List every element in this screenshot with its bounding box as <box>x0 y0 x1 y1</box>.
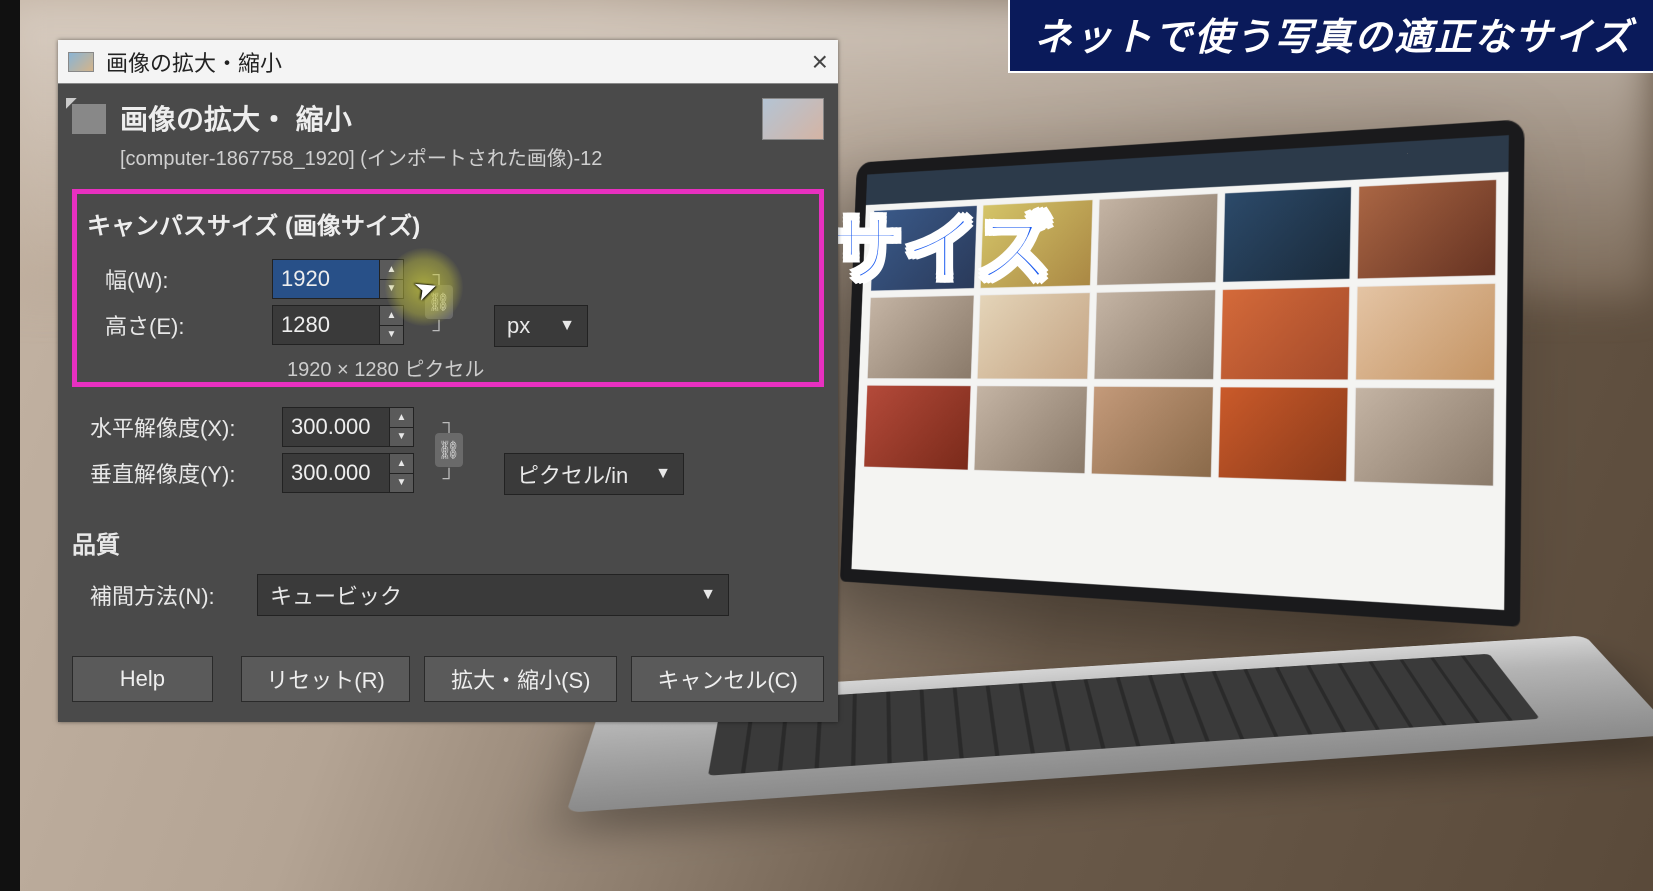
yres-spin-down-icon[interactable]: ▼ <box>390 474 413 493</box>
width-input[interactable] <box>272 259 380 299</box>
xres-input[interactable] <box>282 407 390 447</box>
width-label: 幅(W): <box>87 263 272 295</box>
size-unit-value: px <box>507 313 530 339</box>
reset-button-label: リセット(R) <box>266 663 385 695</box>
yres-label: 垂直解像度(Y): <box>72 457 282 489</box>
canvas-size-highlight: キャンパスサイズ (画像サイズ) 幅(W): ▲ ▼ <box>72 189 824 387</box>
help-button[interactable]: Help <box>72 656 213 702</box>
chain-link-icon[interactable]: ⛓ <box>435 433 463 467</box>
window-icon <box>68 52 94 72</box>
reset-button[interactable]: リセット(R) <box>241 656 411 702</box>
height-label: 高さ(E): <box>87 309 272 341</box>
height-spin-down-icon[interactable]: ▼ <box>380 326 403 345</box>
bracket-bottom-icon: ┘ <box>443 469 456 487</box>
resolution-unit-value: ピクセル/in <box>517 458 628 490</box>
resolution-unit-select[interactable]: ピクセル/in ▼ <box>504 453 684 495</box>
height-input[interactable] <box>272 305 380 345</box>
xres-spinbox[interactable]: ▲ ▼ <box>282 407 414 447</box>
height-spinbox[interactable]: ▲ ▼ <box>272 305 404 345</box>
interpolation-label: 補間方法(N): <box>72 579 257 611</box>
bracket-top-icon: ┐ <box>443 413 456 431</box>
yres-input[interactable] <box>282 453 390 493</box>
video-title-banner: ネットで使う写真の適正なサイズ <box>1008 0 1653 73</box>
width-spinbox[interactable]: ▲ ▼ <box>272 259 404 299</box>
chain-link-icon[interactable]: ⛓ <box>425 285 453 319</box>
titlebar[interactable]: 画像の拡大・縮小 × <box>58 40 838 84</box>
cancel-button[interactable]: キャンセル(C) <box>631 656 824 702</box>
close-icon[interactable]: × <box>812 46 828 78</box>
window-title: 画像の拡大・縮小 <box>106 46 282 78</box>
xres-spin-down-icon[interactable]: ▼ <box>390 428 413 447</box>
interpolation-select[interactable]: キュービック ▼ <box>257 574 729 616</box>
dialog-title: 画像の拡大・ 縮小 <box>120 98 602 138</box>
banner-text: ネットで使う写真の適正なサイズ <box>1034 17 1633 59</box>
cancel-button-label: キャンセル(C) <box>657 663 798 695</box>
canvas-size-label: キャンパスサイズ (画像サイズ) <box>87 206 809 241</box>
height-spin-up-icon[interactable]: ▲ <box>380 306 403 326</box>
chevron-down-icon: ▼ <box>655 465 671 483</box>
left-border <box>0 0 20 891</box>
width-spin-down-icon[interactable]: ▼ <box>380 280 403 299</box>
scale-button[interactable]: 拡大・縮小(S) <box>424 656 617 702</box>
scale-icon <box>72 104 106 134</box>
yres-spinbox[interactable]: ▲ ▼ <box>282 453 414 493</box>
scale-image-dialog: 画像の拡大・縮小 × 画像の拡大・ 縮小 [computer-1867758_1… <box>58 40 838 722</box>
size-unit-select[interactable]: px ▼ <box>494 305 588 347</box>
preview-thumbnail <box>762 98 824 140</box>
bracket-top-icon: ┐ <box>433 265 446 283</box>
interpolation-value: キュービック <box>270 579 402 611</box>
xres-label: 水平解像度(X): <box>72 411 282 443</box>
help-button-label: Help <box>120 666 165 692</box>
dimension-info: 1920 × 1280 ピクセル <box>87 353 809 382</box>
chevron-down-icon: ▼ <box>559 317 575 335</box>
bracket-bottom-icon: ┘ <box>433 321 446 339</box>
width-spin-up-icon[interactable]: ▲ <box>380 260 403 280</box>
scale-button-label: 拡大・縮小(S) <box>451 663 590 695</box>
dialog-subtitle: [computer-1867758_1920] (インポートされた画像)-12 <box>120 142 602 171</box>
quality-section-label: 品質 <box>72 525 824 560</box>
chevron-down-icon: ▼ <box>700 586 716 604</box>
yres-spin-up-icon[interactable]: ▲ <box>390 454 413 474</box>
xres-spin-up-icon[interactable]: ▲ <box>390 408 413 428</box>
